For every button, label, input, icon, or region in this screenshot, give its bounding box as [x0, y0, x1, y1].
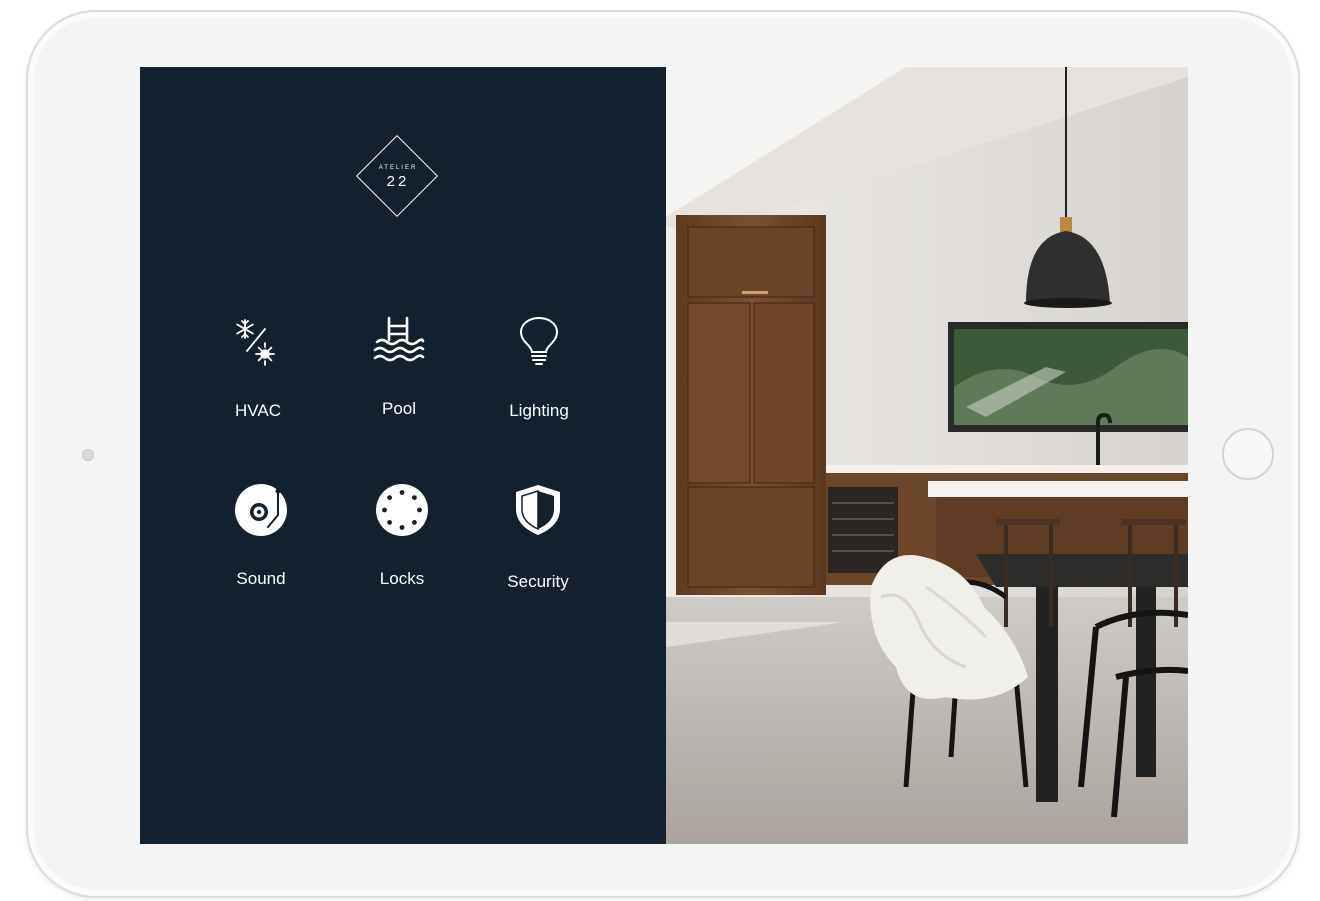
tile-label-sound: Sound: [236, 569, 286, 588]
tablet-screen: ATELIER 22 HVAC Pool Lighting Sound Lock…: [140, 67, 1188, 844]
tile-lighting[interactable]: Lighting: [479, 315, 599, 435]
brand-logo: ATELIER 22: [355, 134, 440, 219]
tile-label-lighting: Lighting: [509, 401, 569, 420]
tile-label-hvac: HVAC: [235, 401, 281, 420]
tile-hvac[interactable]: HVAC: [198, 315, 318, 435]
lock-dial-icon: [376, 484, 428, 536]
logo-number: 22: [386, 173, 410, 190]
kitchen-photo: [666, 67, 1188, 844]
tile-label-pool: Pool: [381, 399, 417, 418]
control-panel: ATELIER 22 HVAC Pool Lighting Sound Lock…: [140, 67, 666, 844]
tile-security[interactable]: Security: [478, 483, 598, 603]
tile-label-security: Security: [507, 572, 569, 591]
turntable-icon: [235, 484, 287, 536]
hvac-icon: [236, 319, 275, 366]
logo-name: ATELIER: [378, 165, 418, 171]
tile-locks[interactable]: Locks: [342, 483, 462, 603]
pool-icon: [373, 316, 425, 362]
lightbulb-icon: [519, 316, 559, 365]
tile-pool[interactable]: Pool: [339, 315, 459, 435]
tile-label-locks: Locks: [379, 569, 425, 588]
kitchen-photo-illustration: [666, 67, 1188, 844]
front-camera: [82, 449, 94, 461]
home-button[interactable]: [1222, 428, 1274, 480]
tile-sound[interactable]: Sound: [201, 483, 321, 603]
shield-icon: [516, 485, 560, 535]
